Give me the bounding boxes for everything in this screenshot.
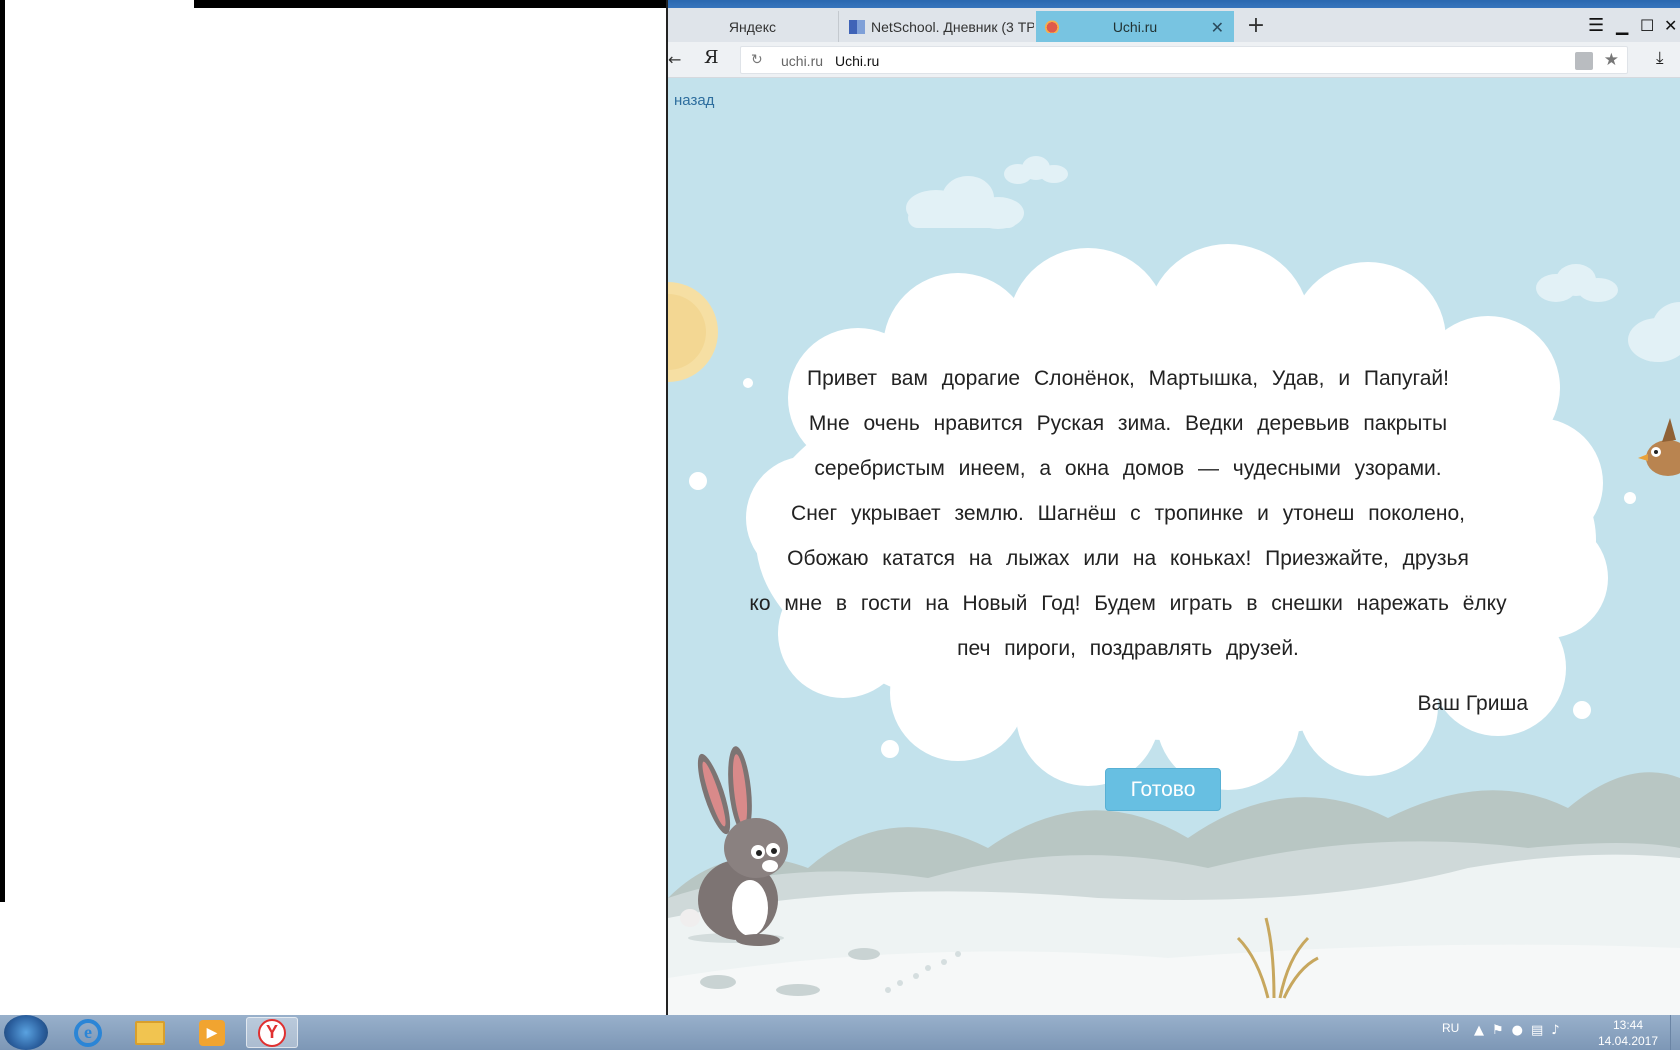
tab-label: Uchi.ru [1112,18,1158,35]
letter-text: Привет вам дорагие Слонёнок, Мартышка, У… [728,356,1528,671]
flag-icon[interactable]: ⚑ [1492,1023,1504,1038]
tab-uchi[interactable]: Uchi.ru ✕ [1036,11,1234,42]
clock-time: 13:44 [1612,1018,1644,1032]
tab-label: Яндекс [728,18,776,35]
taskbar-yandex-browser[interactable]: Y [246,1017,298,1048]
url-page-title: Uchi.ru [835,53,880,69]
cloud-icon [1628,302,1680,362]
done-button[interactable]: Готово [1105,768,1221,811]
taskbar: e ▶ Y RU ▲ ⚑ ● ▤ ♪ 13:44 14.04.2017 [0,1015,1680,1050]
letter-line: Привет вам дорагие Слонёнок, Мартышка, У… [807,367,1449,390]
system-tray: ▲ ⚑ ● ▤ ♪ [1474,1023,1560,1038]
download-icon[interactable]: ⤓ [1656,48,1664,68]
network-icon[interactable]: ▤ [1531,1023,1543,1038]
lesson-page: назад Привет вам дорагие Слонёнок, Марты… [668,78,1680,1015]
folder-icon [135,1020,165,1045]
tab-bar: Яндекс NetSchool. Дневник (3 ТРИ Uchi.ru… [668,8,1680,42]
close-tab-icon[interactable]: ✕ [1211,18,1224,38]
back-link[interactable]: назад [674,92,714,109]
lock-icon[interactable] [1575,52,1593,70]
bookmark-star-icon[interactable]: ★ [1604,50,1619,70]
cloud-icon [1536,264,1618,302]
windows-start-icon[interactable] [4,1015,48,1050]
minimize-icon[interactable]: ▁ [1616,8,1628,42]
address-bar: ← Я ↻ uchi.ru Uchi.ru ★ ⤓ [668,42,1680,78]
tab-label: NetSchool. Дневник (3 ТРИ [871,18,1034,35]
show-desktop-button[interactable] [1670,1015,1680,1050]
yandex-icon[interactable]: Я [704,47,719,68]
letter-line: Снег укрывает землю. Шагнёш с тропинке и… [791,502,1465,525]
letter-line: печ пироги, поздравлять друзей. [957,637,1299,660]
letter-line: серебристым инеем, а окна домов — чудесн… [814,457,1442,480]
sun-icon [668,282,718,382]
menu-icon[interactable]: ☰ [1588,8,1604,42]
internet-explorer-icon: e [74,1018,102,1047]
url-host: uchi.ru [781,53,824,69]
letter-line: Мне очень нравится Руская зима. Ведки де… [808,412,1448,435]
cloud-icon [906,176,1024,229]
clock-date: 14.04.2017 [1597,1034,1659,1048]
language-indicator[interactable]: RU [1442,1021,1459,1035]
tray-expand-icon[interactable]: ▲ [1474,1023,1484,1038]
bird-icon [1638,418,1680,476]
tab-yandex[interactable]: Яндекс [668,11,836,42]
app-tray-icon[interactable]: ● [1512,1023,1523,1038]
blank-window-top-gap [4,0,194,8]
back-arrow-icon[interactable]: ← [668,50,681,69]
cloud-icon [1004,156,1068,184]
taskbar-explorer[interactable] [124,1017,176,1048]
uchi-favicon-icon [1044,19,1060,33]
volume-icon[interactable]: ♪ [1551,1023,1559,1038]
maximize-icon[interactable]: ☐ [1640,8,1654,42]
rabbit-icon [680,746,788,946]
letter-line: ко мне в гости на Новый Год! Будем играт… [749,592,1507,615]
taskbar-internet-explorer[interactable]: e [62,1017,114,1048]
close-window-icon[interactable]: ✕ [1664,8,1677,42]
taskbar-media-player[interactable]: ▶ [186,1017,238,1048]
blank-window-left-border [0,0,5,902]
clock[interactable]: 13:44 14.04.2017 [1592,1017,1664,1049]
yandex-browser-icon: Y [258,1018,286,1047]
screen: Яндекс NetSchool. Дневник (3 ТРИ Uchi.ru… [0,0,1680,1050]
media-player-icon: ▶ [199,1019,225,1046]
reload-icon[interactable]: ↻ [751,52,763,68]
new-tab-button[interactable]: + [1244,8,1268,42]
letter-signature: Ваш Гриша [1417,692,1529,715]
netschool-icon [849,19,865,34]
browser-window: Яндекс NetSchool. Дневник (3 ТРИ Uchi.ru… [668,0,1680,1015]
blank-window [0,0,668,1015]
tab-netschool[interactable]: NetSchool. Дневник (3 ТРИ [838,11,1034,42]
url-field[interactable]: ↻ uchi.ru Uchi.ru ★ [740,46,1628,74]
letter-line: Обожаю кататся на лыжах или на коньках! … [787,547,1469,570]
